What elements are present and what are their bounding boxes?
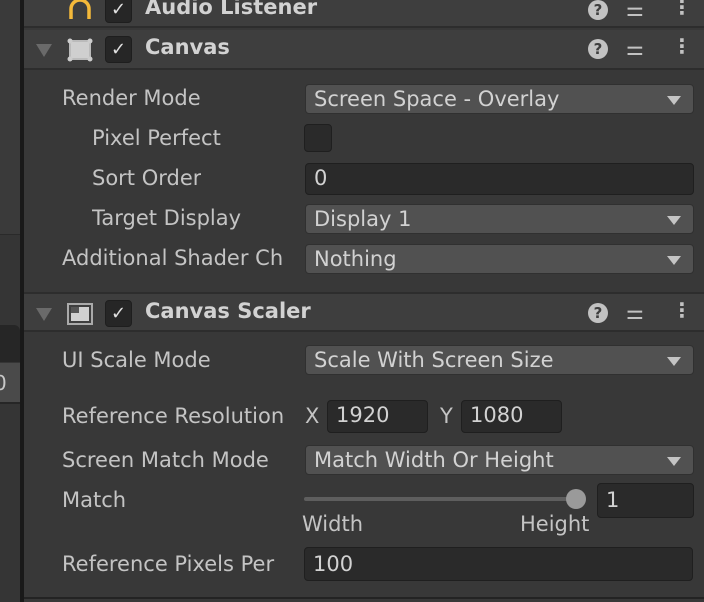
render-mode-label: Render Mode	[62, 86, 201, 110]
audio-listener-enabled-checkbox[interactable]: ✓	[105, 0, 132, 23]
screen-match-mode-label: Screen Match Mode	[62, 448, 269, 472]
left-panel: 0	[0, 0, 22, 602]
ui-scale-mode-dropdown[interactable]: Scale With Screen Size	[305, 345, 694, 375]
match-min-label: Width	[302, 512, 364, 536]
additional-shader-label: Additional Shader Ch	[62, 246, 284, 270]
reference-resolution-y-input[interactable]: 1080	[461, 400, 562, 433]
foldout-arrow-icon[interactable]	[36, 44, 52, 57]
ui-scale-mode-label: UI Scale Mode	[62, 348, 211, 372]
additional-shader-dropdown[interactable]: Nothing	[305, 244, 694, 274]
canvas-rect-icon	[67, 38, 93, 62]
reference-resolution-label: Reference Resolution	[62, 404, 285, 428]
render-mode-dropdown[interactable]: Screen Space - Overlay	[305, 84, 694, 114]
target-display-dropdown[interactable]: Display 1	[305, 204, 694, 234]
sort-order-input[interactable]: 0	[305, 163, 694, 195]
canvas-scaler-icon	[67, 303, 93, 325]
screen-match-mode-dropdown[interactable]: Match Width Or Height	[305, 445, 694, 475]
y-label: Y	[440, 404, 453, 428]
reference-pixels-label: Reference Pixels Per	[62, 552, 275, 576]
presets-icon[interactable]: ⚌	[626, 0, 644, 21]
component-title: Canvas	[145, 35, 230, 59]
canvas-enabled-checkbox[interactable]: ✓	[105, 36, 132, 63]
canvas-header[interactable]: ✓ Canvas ? ⚌ ⋮	[24, 30, 704, 70]
section-divider	[24, 597, 704, 599]
component-title: Canvas Scaler	[145, 299, 311, 323]
presets-icon[interactable]: ⚌	[626, 300, 644, 324]
left-panel-value[interactable]: 0	[0, 363, 20, 404]
match-label: Match	[62, 488, 127, 512]
reference-resolution-x-input[interactable]: 1920	[327, 400, 428, 433]
help-icon[interactable]: ?	[588, 303, 608, 323]
presets-icon[interactable]: ⚌	[626, 36, 644, 60]
help-icon[interactable]: ?	[588, 39, 608, 59]
sort-order-label: Sort Order	[92, 166, 202, 190]
pixel-perfect-label: Pixel Perfect	[92, 126, 221, 150]
reference-pixels-input[interactable]: 100	[304, 547, 693, 581]
canvas-scaler-enabled-checkbox[interactable]: ✓	[105, 300, 132, 327]
headphones-icon	[69, 0, 91, 19]
help-icon[interactable]: ?	[588, 0, 608, 20]
more-menu-icon[interactable]: ⋮	[672, 298, 692, 322]
canvas-scaler-header[interactable]: ✓ Canvas Scaler ? ⚌ ⋮	[24, 292, 704, 332]
match-max-label: Height	[520, 512, 590, 536]
match-slider-track[interactable]	[304, 497, 576, 501]
left-panel-tab[interactable]	[0, 325, 20, 362]
match-value-input[interactable]: 1	[597, 483, 694, 518]
component-title: Audio Listener	[145, 0, 318, 19]
left-panel-section	[0, 0, 22, 235]
more-menu-icon[interactable]: ⋮	[672, 0, 692, 19]
more-menu-icon[interactable]: ⋮	[672, 34, 692, 58]
pixel-perfect-checkbox[interactable]	[304, 124, 332, 152]
match-slider-thumb[interactable]	[566, 489, 586, 509]
foldout-arrow-icon[interactable]	[36, 308, 52, 321]
audio-listener-header[interactable]: ✓ Audio Listener ? ⚌ ⋮	[24, 0, 704, 28]
x-label: X	[305, 404, 320, 428]
target-display-label: Target Display	[92, 206, 242, 230]
